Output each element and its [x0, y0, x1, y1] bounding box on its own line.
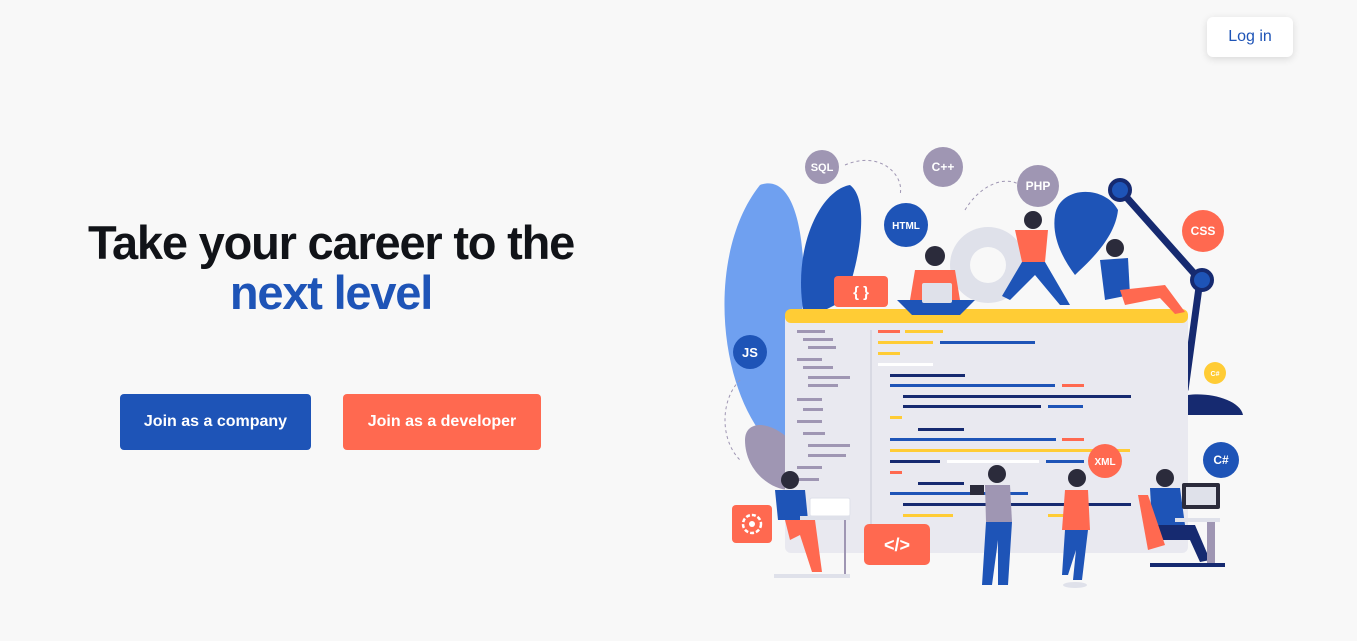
svg-text:SQL: SQL [811, 162, 834, 174]
svg-text:C++: C++ [932, 160, 955, 174]
svg-text:CSS: CSS [1191, 224, 1216, 238]
php-badge: PHP [1017, 165, 1059, 207]
csharp-badge: C# [1203, 442, 1239, 478]
svg-text:</>: </> [884, 535, 910, 555]
csharp-small-badge: C# [1204, 362, 1226, 384]
html-badge: HTML [884, 203, 928, 247]
cpp-badge: C++ [923, 147, 963, 187]
hero-title-highlight: next level [229, 266, 433, 319]
xml-badge: XML [1088, 444, 1122, 478]
svg-text:HTML: HTML [892, 221, 920, 232]
sql-badge: SQL [805, 150, 839, 184]
svg-text:PHP: PHP [1026, 179, 1051, 193]
svg-text:C#: C# [1213, 453, 1229, 467]
settings-badge [732, 505, 772, 543]
svg-text:JS: JS [742, 345, 758, 360]
svg-text:XML: XML [1094, 457, 1115, 468]
join-company-button[interactable]: Join as a company [120, 394, 311, 450]
css-badge: CSS [1182, 210, 1224, 252]
developers-illustration: SQL C++ PHP HTML CSS JS C# C# XML { } </… [724, 147, 1243, 588]
svg-text:{ }: { } [853, 284, 869, 301]
svg-text:C#: C# [1211, 371, 1220, 378]
js-badge: JS [733, 335, 767, 369]
join-developer-button[interactable]: Join as a developer [343, 394, 541, 450]
code-tag-badge: </> [864, 524, 930, 565]
braces-badge: { } [834, 276, 888, 307]
hero-title: Take your career to the next level [40, 218, 622, 318]
login-button[interactable]: Log in [1207, 17, 1293, 57]
hero-title-line1: Take your career to the [87, 216, 575, 269]
